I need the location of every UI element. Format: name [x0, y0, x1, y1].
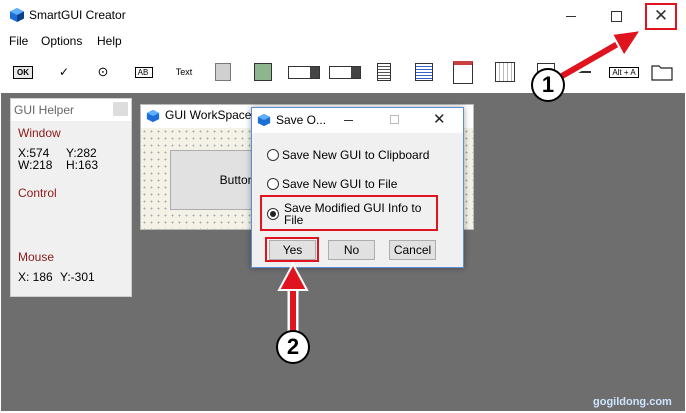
annotation-arrows — [277, 28, 644, 336]
step-badge-1: 1 — [531, 68, 565, 102]
watermark: gogildong.com — [593, 396, 672, 408]
arrow-to-close — [556, 28, 644, 82]
arrow-to-yes — [277, 261, 309, 336]
step-badge-2: 2 — [276, 330, 310, 364]
